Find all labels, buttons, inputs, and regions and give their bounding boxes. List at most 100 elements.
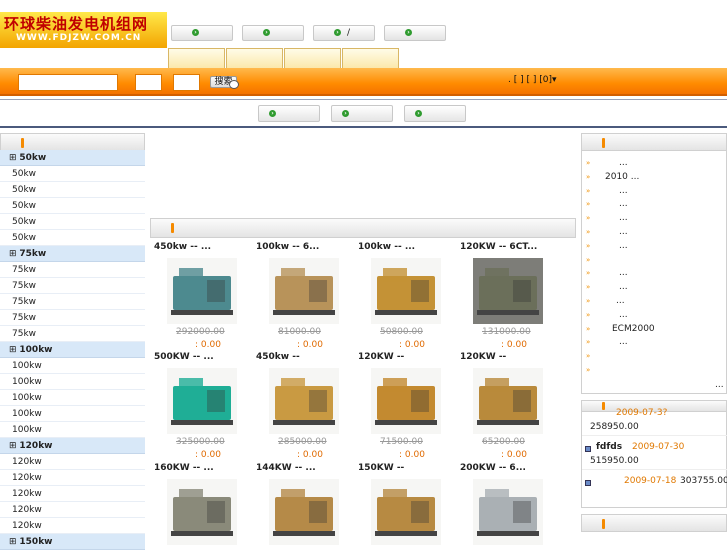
- top-button-2[interactable]: ›: [242, 25, 304, 41]
- product-title[interactable]: 144KW -- ...: [256, 463, 354, 473]
- news-item[interactable]: ...: [619, 213, 628, 223]
- list-item[interactable]: 50kw: [0, 230, 145, 246]
- news-item[interactable]: ...: [619, 158, 628, 168]
- product-image[interactable]: [473, 479, 543, 545]
- original-price: 325000.00: [176, 437, 225, 447]
- category-select[interactable]: [135, 74, 162, 91]
- tab-4[interactable]: [342, 48, 399, 69]
- news-item[interactable]: ...: [619, 268, 628, 278]
- product-title[interactable]: 120KW --: [460, 352, 558, 362]
- bullet-icon: »: [586, 200, 591, 209]
- product-name[interactable]: fdfds: [596, 442, 622, 452]
- bullet-icon: »: [586, 186, 591, 195]
- list-item[interactable]: 50kw: [0, 198, 145, 214]
- list-item[interactable]: 120kw: [0, 502, 145, 518]
- list-item[interactable]: 75kw: [0, 262, 145, 278]
- product-image[interactable]: [371, 258, 441, 324]
- category-100kw[interactable]: ⊞ 100kw: [0, 342, 145, 358]
- nav-button-1[interactable]: ›: [258, 105, 320, 122]
- news-item[interactable]: ...: [619, 227, 628, 237]
- product-image[interactable]: [371, 368, 441, 434]
- news-item[interactable]: ...: [619, 241, 628, 251]
- tab-1[interactable]: [168, 48, 225, 69]
- bullet-icon: »: [586, 324, 591, 333]
- more-link[interactable]: ...: [715, 380, 724, 390]
- top-button-1[interactable]: ›: [171, 25, 233, 41]
- hand-pointer-icon: [602, 138, 605, 148]
- date-value: 2009-07-3?: [616, 408, 668, 418]
- logo-title: 环球柴油发电机组网: [4, 15, 149, 33]
- tab-2[interactable]: [226, 48, 283, 69]
- news-item[interactable]: 2010 ...: [605, 172, 639, 182]
- product-title[interactable]: 200KW -- 6...: [460, 463, 558, 473]
- site-logo[interactable]: 环球柴油发电机组网 WWW.FDJZW.COM.CN: [0, 12, 167, 48]
- top-button-3[interactable]: › /: [313, 25, 375, 41]
- bullet-icon: »: [586, 269, 591, 278]
- product-image[interactable]: [473, 258, 543, 324]
- list-item[interactable]: 50kw: [0, 166, 145, 182]
- product-title[interactable]: 100kw -- 6...: [256, 242, 354, 252]
- product-title[interactable]: 150KW --: [358, 463, 456, 473]
- nav-button-3[interactable]: ›: [404, 105, 466, 122]
- product-title[interactable]: 500KW -- ...: [154, 352, 252, 362]
- bullet-icon: »: [586, 283, 591, 292]
- bullet-icon: »: [586, 338, 591, 347]
- hand-pointer-icon: [21, 138, 24, 148]
- product-image[interactable]: [371, 479, 441, 545]
- product-title[interactable]: 160KW -- ...: [154, 463, 252, 473]
- news-item[interactable]: ...: [619, 186, 628, 196]
- product-image[interactable]: [269, 258, 339, 324]
- list-item[interactable]: 50kw: [0, 214, 145, 230]
- news-item[interactable]: ...: [616, 296, 625, 306]
- price-value: 258950.00: [590, 422, 639, 432]
- bullet-icon: »: [586, 214, 591, 223]
- category-120kw[interactable]: ⊞ 120kw: [0, 438, 145, 454]
- product-image[interactable]: [167, 368, 237, 434]
- news-item[interactable]: ...: [619, 337, 628, 347]
- list-item[interactable]: 75kw: [0, 326, 145, 342]
- news-item[interactable]: ...: [619, 310, 628, 320]
- tab-3[interactable]: [284, 48, 341, 69]
- news-item[interactable]: ...: [619, 282, 628, 292]
- list-item[interactable]: 75kw: [0, 278, 145, 294]
- bullet-icon: »: [586, 310, 591, 319]
- list-item[interactable]: 120kw: [0, 518, 145, 534]
- list-item[interactable]: 100kw: [0, 374, 145, 390]
- region-select[interactable]: [173, 74, 200, 91]
- list-item[interactable]: 120kw: [0, 470, 145, 486]
- news-item[interactable]: ECM2000: [612, 324, 655, 334]
- arrow-circle-icon: ›: [269, 110, 276, 117]
- news-item[interactable]: ...: [619, 199, 628, 209]
- arrow-circle-icon: ›: [342, 110, 349, 117]
- price-value: 303755.00: [680, 476, 727, 486]
- hand-pointer-icon: [602, 402, 605, 410]
- list-item[interactable]: 75kw: [0, 310, 145, 326]
- product-image[interactable]: [269, 368, 339, 434]
- list-item[interactable]: 100kw: [0, 390, 145, 406]
- list-item[interactable]: 100kw: [0, 406, 145, 422]
- product-title[interactable]: 120KW --: [358, 352, 456, 362]
- bullet-icon: »: [586, 241, 591, 250]
- product-image[interactable]: [167, 479, 237, 545]
- list-item[interactable]: 100kw: [0, 358, 145, 374]
- category-75kw[interactable]: ⊞ 75kw: [0, 246, 145, 262]
- nav-button-2[interactable]: ›: [331, 105, 393, 122]
- user-links[interactable]: . [ ] [ ] [0]▾: [508, 75, 556, 85]
- product-title[interactable]: 100kw -- ...: [358, 242, 456, 252]
- sale-price: : 0.00: [501, 450, 527, 460]
- search-input[interactable]: [18, 74, 118, 91]
- list-item[interactable]: 120kw: [0, 454, 145, 470]
- list-item[interactable]: 120kw: [0, 486, 145, 502]
- category-150kw[interactable]: ⊞ 150kw: [0, 534, 145, 550]
- product-image[interactable]: [167, 258, 237, 324]
- category-50kw[interactable]: ⊞ 50kw: [0, 150, 145, 166]
- list-item[interactable]: 100kw: [0, 422, 145, 438]
- list-item[interactable]: 50kw: [0, 182, 145, 198]
- product-title[interactable]: 120KW -- 6CT...: [460, 242, 558, 252]
- list-item[interactable]: 75kw: [0, 294, 145, 310]
- top-button-4[interactable]: ›: [384, 25, 446, 41]
- product-image[interactable]: [473, 368, 543, 434]
- product-image[interactable]: [269, 479, 339, 545]
- product-title[interactable]: 450kw -- ...: [154, 242, 252, 252]
- product-title[interactable]: 450kw --: [256, 352, 354, 362]
